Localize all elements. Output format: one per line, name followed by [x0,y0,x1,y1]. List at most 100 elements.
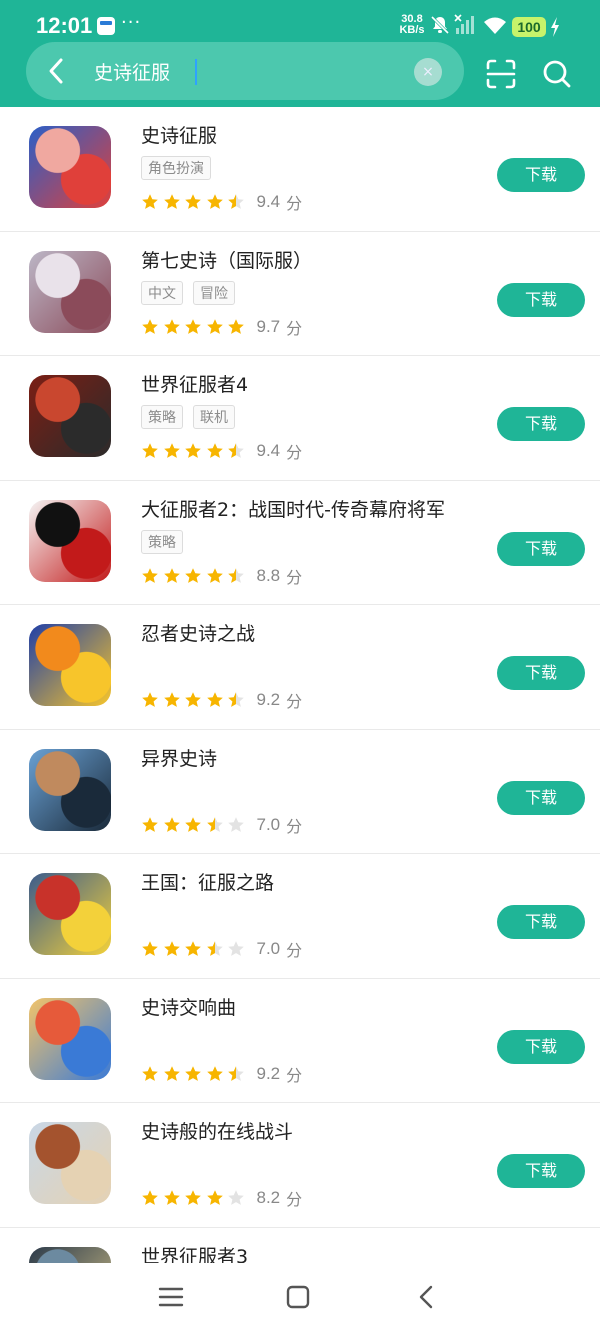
app-name[interactable]: 史诗交响曲 [141,993,236,1020]
app-score-unit: 分 [286,1190,303,1209]
star-icon [185,941,201,956]
star-icon [163,567,180,583]
app-tag: 联机 [193,405,235,429]
scan-icon[interactable] [485,58,517,90]
text-cursor [195,59,197,85]
app-icon[interactable] [29,873,111,955]
app-list-item[interactable]: 史诗般的在线战斗 8.2 分 下载 [0,1103,600,1228]
system-nav-bar [0,1263,600,1333]
star-icon [228,194,244,209]
app-icon[interactable] [29,499,111,582]
app-score-unit: 分 [286,567,303,587]
star-icon [228,816,244,832]
app-list-item[interactable]: 世界征服者4 策略 联机 9.4 分 下载 [0,356,600,481]
star-icon [163,816,180,832]
search-results-list[interactable]: 史诗征服 角色扮演 9.4 分 下载 第七史诗（国际服） 中文 冒险 9.7 分… [0,107,600,1263]
app-score: 8.8 [256,565,281,585]
download-button[interactable]: 下载 [497,158,585,192]
app-score-unit: 分 [286,318,303,338]
app-icon[interactable] [29,375,111,457]
app-tag: 冒险 [193,280,235,305]
app-tag: 策略 [141,405,183,429]
star-icon [185,1190,201,1205]
star-icon [142,567,158,583]
star-icon [228,318,244,334]
app-list-item[interactable]: 史诗交响曲 9.2 分 下载 [0,979,600,1103]
app-list-item[interactable]: 王国：征服之路 7.0 分 下载 [0,854,600,979]
app-icon[interactable] [29,624,111,706]
search-input[interactable] [94,52,394,90]
home-icon[interactable] [286,1285,310,1309]
app-score-unit: 分 [286,816,303,836]
app-icon[interactable] [29,1246,111,1263]
star-icon [206,1065,223,1081]
app-name[interactable]: 第七史诗（国际服） [141,246,312,273]
sim-card-icon [97,17,115,35]
app-icon[interactable] [29,997,111,1080]
app-icon[interactable] [29,1122,111,1204]
app-name[interactable]: 世界征服者4 [141,370,248,397]
star-icon [228,692,244,707]
star-icon [206,567,223,583]
muted-bell-icon [430,15,450,35]
star-icon [206,194,223,209]
download-button[interactable]: 下载 [497,656,585,690]
star-icon [206,318,223,334]
app-name[interactable]: 忍者史诗之战 [141,619,255,646]
app-tags: 中文 冒险 [141,280,235,305]
star-icon [163,443,180,458]
app-list-item[interactable]: 忍者史诗之战 9.2 分 下载 [0,605,600,730]
download-button[interactable]: 下载 [497,1029,585,1064]
app-name[interactable]: 史诗般的在线战斗 [141,1117,293,1144]
recent-apps-icon[interactable] [158,1285,184,1309]
app-score-unit: 分 [286,692,303,711]
download-button[interactable]: 下载 [497,282,585,317]
app-icon[interactable] [29,250,111,333]
download-button[interactable]: 下载 [497,407,585,441]
star-icon [142,941,158,956]
app-list-item[interactable]: 大征服者2：战国时代-传奇幕府将军 策略 8.8 分 下载 [0,481,600,605]
status-time: 12:01 [36,13,93,38]
wifi-icon [484,17,506,34]
app-tags: 角色扮演 [141,156,211,180]
app-name[interactable]: 史诗征服 [141,121,217,148]
download-button[interactable]: 下载 [497,531,585,566]
app-name[interactable]: 世界征服者3 [141,1242,248,1264]
star-icon [163,194,180,209]
app-header: 12:01 ··· 30.8 KB/s 100 史诗征服 × [0,0,600,107]
app-score: 9.4 [256,441,281,460]
app-list-item[interactable]: 第七史诗（国际服） 中文 冒险 9.7 分 下载 [0,232,600,356]
app-list-item[interactable]: 世界征服者3 [0,1228,600,1264]
search-icon[interactable] [541,58,573,90]
battery-level: 100 [512,17,546,37]
app-score-unit: 分 [286,194,303,213]
star-icon [163,1190,180,1205]
app-tag: 策略 [141,529,183,554]
star-icon [142,692,158,707]
app-score-unit: 分 [286,1065,303,1085]
download-button[interactable]: 下载 [497,905,585,939]
star-icon [163,1065,180,1081]
app-icon[interactable] [29,126,111,208]
star-icon [185,194,201,209]
app-list-item[interactable]: 史诗征服 角色扮演 9.4 分 下载 [0,107,600,232]
star-icon [142,443,158,458]
star-icon [228,941,244,956]
star-icon [142,1065,158,1081]
download-button[interactable]: 下载 [497,780,585,815]
app-name[interactable]: 王国：征服之路 [141,868,274,895]
app-name[interactable]: 异界史诗 [141,744,217,771]
nav-back-icon[interactable] [416,1284,436,1310]
star-icon [185,1065,201,1081]
app-name[interactable]: 大征服者2：战国时代-传奇幕府将军 [141,495,445,522]
download-button[interactable]: 下载 [497,1154,585,1188]
app-rating: 9.4 分 [141,439,302,463]
charging-bolt-icon [551,17,559,37]
back-arrow-icon[interactable] [44,56,70,86]
app-rating: 8.2 分 [141,1186,302,1210]
app-list-item[interactable]: 异界史诗 7.0 分 下载 [0,730,600,854]
clear-search-button[interactable]: × [414,58,442,86]
star-icon [228,1190,244,1205]
app-rating: 9.4 分 [141,190,302,214]
app-icon[interactable] [29,748,111,831]
